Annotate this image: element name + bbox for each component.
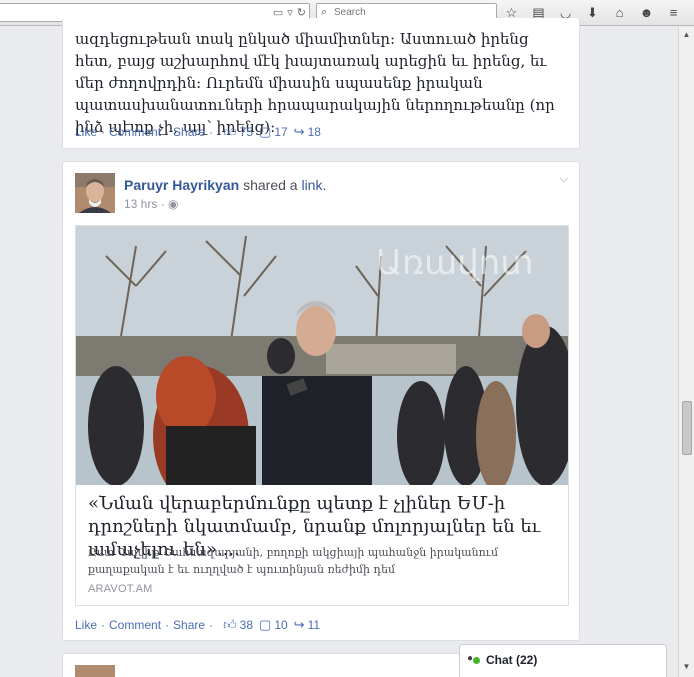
feed-post: Paruyr Hayrikyan shared a link. 13 hrs ·… (62, 161, 580, 641)
comment-bubble-icon: ▢ (259, 124, 272, 139)
comment-count[interactable]: ▢ 10 (259, 617, 288, 633)
share-count[interactable]: ↪ 18 (294, 124, 321, 140)
post-actions: Like · Comment · Share · 👍︎ 38 ▢ 10 ↪ 11 (75, 617, 321, 633)
like-link[interactable]: Like (75, 125, 97, 139)
feed-post: ազդեցութեան տակ ընկած միամիտներ: Աստուած… (62, 18, 580, 149)
post-timestamp: 13 hrs · ◉ (124, 197, 179, 211)
share-arrow-icon: ↪ (293, 617, 305, 632)
post-actions: Like · Comment · Share · 👍︎ 75 ▢ 17 ↪ 18 (75, 124, 321, 140)
link-description: Ըստ Դավիթ Շահնազարյանի, բողոքի ակցիայի պ… (88, 546, 499, 576)
post-author-line: Paruyr Hayrikyan shared a link. (124, 177, 327, 193)
like-link[interactable]: Like (75, 618, 97, 632)
share-link[interactable]: Share (173, 125, 205, 139)
chevron-down-icon[interactable]: ⌵ (560, 173, 568, 186)
avatar[interactable] (75, 665, 115, 677)
like-count[interactable]: 👍︎ 38 (223, 617, 253, 633)
thumbs-up-icon: 👍︎ (223, 124, 237, 139)
chat-bubble-icon[interactable]: ☻ (638, 4, 655, 21)
comment-count[interactable]: ▢ 17 (259, 124, 288, 140)
scroll-up-icon[interactable]: ▲ (679, 30, 694, 42)
link-preview[interactable]: Առավոտ «Նման վերաբերմունքը պետք է չլիներ… (75, 225, 569, 606)
post-text: ազդեցութեան տակ ընկած միամիտներ: Աստուած… (75, 30, 555, 136)
like-count[interactable]: 👍︎ 75 (223, 124, 253, 140)
home-icon[interactable]: ⌂ (611, 4, 628, 21)
author-name[interactable]: Paruyr Hayrikyan (124, 177, 239, 193)
comment-link[interactable]: Comment (109, 125, 161, 139)
comment-link[interactable]: Comment (109, 618, 161, 632)
page-scrollbar[interactable]: ▲ ▼ (678, 27, 694, 677)
shared-link[interactable]: link (301, 177, 322, 193)
menu-icon[interactable]: ≡ (665, 4, 682, 21)
scrollbar-thumb[interactable] (682, 401, 692, 455)
thumbs-up-icon: 👍︎ (223, 617, 237, 632)
scroll-down-icon[interactable]: ▼ (679, 662, 694, 674)
avatar[interactable] (75, 173, 115, 213)
comment-bubble-icon: ▢ (259, 617, 272, 632)
share-link[interactable]: Share (173, 618, 205, 632)
image-watermark: Առավոտ (376, 243, 533, 283)
chat-label: Chat (22) (486, 653, 538, 667)
chat-tab[interactable]: ● Chat (22) (459, 644, 667, 677)
link-preview-image[interactable]: Առավոտ (76, 226, 568, 485)
online-status-icon (473, 657, 480, 664)
share-count[interactable]: ↪ 11 (294, 617, 320, 633)
person-icon: ● (467, 653, 474, 664)
link-domain: ARAVOT.AM (88, 583, 153, 595)
share-arrow-icon: ↪ (293, 124, 305, 139)
download-icon[interactable]: ⬇ (584, 4, 601, 21)
globe-icon: ◉ (168, 197, 179, 211)
